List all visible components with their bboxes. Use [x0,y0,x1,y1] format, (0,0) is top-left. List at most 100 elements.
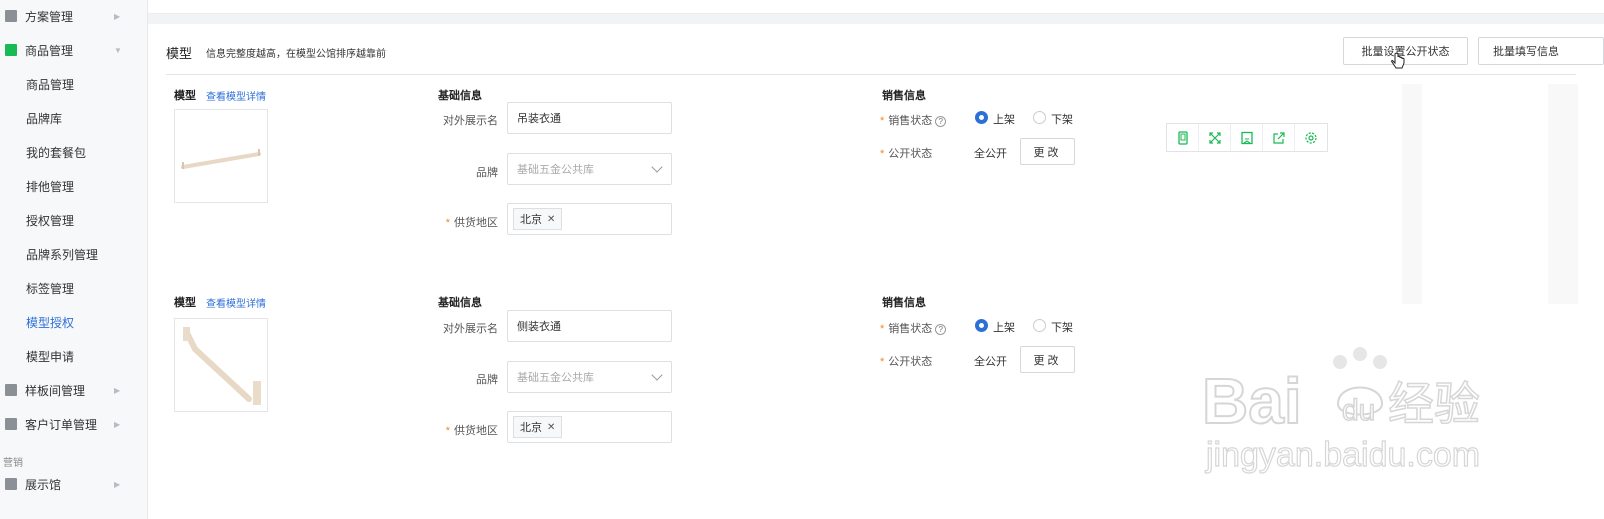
sidebar-sub-item[interactable]: 标签管理 [0,274,148,302]
on-shelf-label: 上架 [993,114,1015,126]
radio-on-shelf[interactable] [975,319,988,332]
expand-icon[interactable] [1199,124,1231,151]
region-tag-label: 北京 [520,422,542,434]
off-shelf-label: 下架 [1051,114,1073,126]
change-public-status-button[interactable]: 更改 [1020,138,1075,165]
brand-label: 品牌 [476,374,498,386]
sidebar-item-label: 商品管理 [25,43,74,58]
hand-cursor-icon [1391,52,1405,69]
sidebar-sub-item[interactable]: 我的套餐包 [0,138,148,166]
model-thumbnail[interactable] [174,318,268,412]
sidebar-group-label: 营销 [3,458,23,469]
blurred-region [1402,84,1422,304]
sidebar: 方案管理 ▶ 商品管理 ▼ 商品管理 品牌库 我的套餐包 排他管理 授权管理 品… [0,0,148,519]
display-name-label: 对外展示名 [443,323,498,335]
sidebar-item-products[interactable]: 商品管理 ▼ [0,36,148,64]
sidebar-item-plans[interactable]: 方案管理 ▶ [0,2,148,30]
sale-status-label: * 销售状态? [880,112,947,128]
order-icon [5,418,17,430]
gallery-icon [5,478,17,490]
blurred-region [1548,84,1578,304]
brand-value: 基础五金公共库 [517,372,594,384]
display-name-input[interactable]: 侧装衣通 [507,310,672,342]
region-select[interactable]: 北京 ✕ [507,203,672,235]
basic-info-title: 基础信息 [438,297,482,309]
display-name-value: 吊装衣通 [517,113,561,125]
on-shelf-label: 上架 [993,322,1015,334]
sidebar-sub-label: 模型申请 [26,349,75,364]
off-shelf-label: 下架 [1051,322,1073,334]
public-status-value: 全公开 [974,148,1007,160]
sidebar-item-label: 展示馆 [25,477,62,492]
region-tag-label: 北京 [520,214,542,226]
chevron-down-icon [651,369,663,381]
sidebar-sub-label: 我的套餐包 [26,145,87,160]
model-thumbnail[interactable] [174,109,268,203]
display-name-input[interactable]: 吊装衣通 [507,102,672,134]
chevron-right-icon: ▶ [114,11,121,21]
sidebar-sub-label: 标签管理 [26,281,75,296]
sidebar-sub-label: 模型授权 [26,315,75,330]
view-model-detail-link[interactable]: 查看模型详情 [206,295,266,310]
batch-fill-info-button[interactable]: 批量填写信息 [1478,37,1604,65]
public-status-label: * 公开状态 [880,356,933,368]
sidebar-sub-item[interactable]: 商品管理 [0,70,148,98]
sidebar-item-label: 样板间管理 [25,383,86,398]
sidebar-item-showroom[interactable]: 样板间管理 ▶ [0,376,148,404]
sidebar-sub-label: 排他管理 [26,179,75,194]
tablet-icon[interactable] [1167,124,1199,151]
sidebar-item-label: 客户订单管理 [25,417,98,432]
section-hint: 信息完整度越高，在模型公馆排序越靠前 [206,49,386,60]
chevron-right-icon: ▶ [114,385,121,395]
share-icon[interactable] [1263,124,1295,151]
chevron-down-icon: ▼ [114,45,122,55]
watermark-suffix: 经验 [1388,377,1480,431]
radio-off-shelf[interactable] [1033,111,1046,124]
sidebar-item-orders[interactable]: 客户订单管理 ▶ [0,410,148,438]
close-icon[interactable]: ✕ [547,422,555,433]
public-status-label: * 公开状态 [880,148,933,160]
sidebar-sub-item[interactable]: 模型申请 [0,342,148,370]
sidebar-item-gallery[interactable]: 展示馆 ▶ [0,470,148,498]
hanging-rod-image [181,149,261,169]
sale-status-label: * 销售状态? [880,320,947,336]
chevron-right-icon: ▶ [114,479,121,489]
settings-icon[interactable] [1295,124,1327,151]
sidebar-sub-item-model-auth[interactable]: 模型授权 [0,308,148,336]
sidebar-sub-label: 授权管理 [26,213,75,228]
region-label: * 供货地区 [445,425,498,437]
sidebar-sub-label: 商品管理 [26,77,75,92]
sidebar-sub-label: 品牌系列管理 [26,247,99,262]
sidebar-item-label: 方案管理 [25,9,74,24]
sidebar-sub-item[interactable]: 品牌库 [0,104,148,132]
region-tag: 北京 ✕ [513,416,563,438]
brand-select: 基础五金公共库 [507,361,672,393]
divider [166,74,1576,75]
sidebar-sub-label: 品牌库 [26,111,63,126]
display-name-label: 对外展示名 [443,115,498,127]
model-label: 模型 [174,297,196,309]
brand-value: 基础五金公共库 [517,164,594,176]
folder-icon [5,10,17,22]
model-label: 模型 [174,90,196,102]
sales-info-title: 销售信息 [882,90,926,102]
radio-on-shelf[interactable] [975,111,988,124]
watermark-brand-2: du [1342,394,1375,427]
baidu-watermark-logo: Bai du 经验 jingyan.baidu.com [1202,347,1481,475]
sidebar-sub-item[interactable]: 品牌系列管理 [0,240,148,268]
radio-off-shelf[interactable] [1033,319,1046,332]
sidebar-sub-item[interactable]: 排他管理 [0,172,148,200]
chevron-down-icon [651,161,663,173]
section-title: 模型 [166,46,193,61]
change-public-status-button[interactable]: 更改 [1020,346,1075,373]
region-select[interactable]: 北京 ✕ [507,411,672,443]
watermark-brand: Bai [1202,365,1302,437]
brand-label: 品牌 [476,167,498,179]
close-icon[interactable]: ✕ [547,214,555,225]
help-icon[interactable]: ? [935,115,947,127]
save-icon[interactable] [1231,124,1263,151]
watermark-url: jingyan.baidu.com [1205,436,1480,474]
help-icon[interactable]: ? [935,323,947,335]
view-model-detail-link[interactable]: 查看模型详情 [206,88,266,103]
sidebar-sub-item[interactable]: 授权管理 [0,206,148,234]
